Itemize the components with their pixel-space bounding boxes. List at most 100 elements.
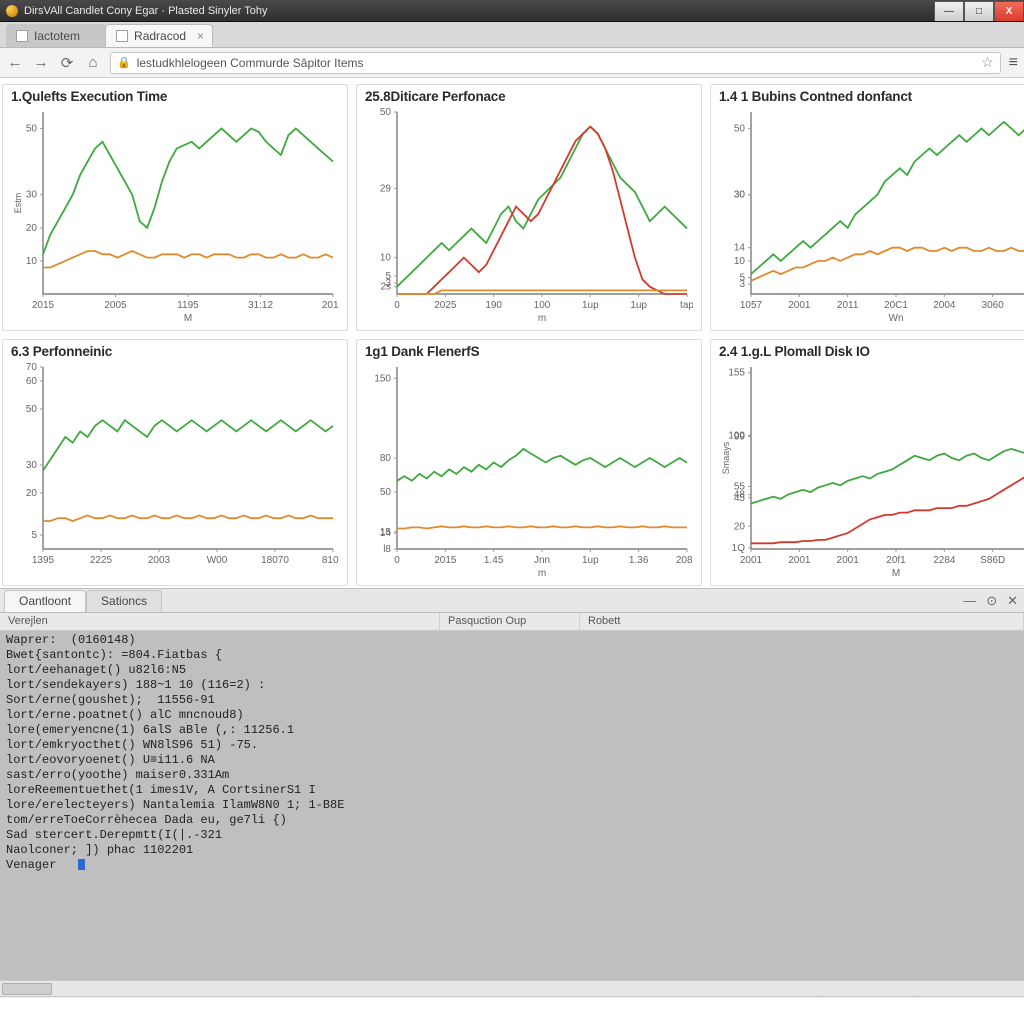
svg-text:14: 14 bbox=[734, 243, 746, 254]
svg-text:1Q: 1Q bbox=[732, 543, 746, 554]
svg-text:50: 50 bbox=[734, 124, 746, 135]
svg-text:2001: 2001 bbox=[788, 300, 811, 311]
svg-text:150: 150 bbox=[374, 373, 391, 384]
svg-text:15: 15 bbox=[380, 527, 392, 538]
favicon-icon bbox=[116, 30, 128, 42]
svg-text:2001: 2001 bbox=[788, 555, 811, 566]
svg-text:2025: 2025 bbox=[434, 300, 457, 311]
svg-text:30: 30 bbox=[26, 460, 38, 471]
svg-text:31:12: 31:12 bbox=[248, 300, 273, 311]
svg-text:W00: W00 bbox=[207, 555, 228, 566]
chart-title: 6.3 Perfonneinic bbox=[11, 344, 339, 359]
chart-body: l814155080150020151.45Jnn1up1.362088m bbox=[365, 361, 693, 579]
chart-title: 1.Qulefts Execution Time bbox=[11, 89, 339, 104]
console-tab-strip: Oantloont Sationcs bbox=[0, 589, 1024, 613]
svg-text:M: M bbox=[184, 313, 192, 324]
window-buttons: — □ X bbox=[934, 1, 1024, 21]
column-header[interactable]: Verejlen bbox=[0, 613, 440, 630]
svg-text:2015: 2015 bbox=[434, 555, 457, 566]
svg-text:l8: l8 bbox=[383, 544, 391, 555]
svg-text:1up: 1up bbox=[582, 300, 599, 311]
window-minimize-button[interactable]: — bbox=[934, 1, 964, 21]
nav-home-icon[interactable]: ⌂ bbox=[84, 54, 102, 71]
svg-text:5: 5 bbox=[739, 272, 745, 283]
menu-icon[interactable]: ≡ bbox=[1009, 54, 1018, 72]
status-cell-left: Eoptem CDU bbox=[822, 997, 908, 998]
svg-text:5: 5 bbox=[385, 271, 391, 282]
svg-text:10: 10 bbox=[380, 253, 392, 264]
chart-body: 201Q4548559910015520012001200120f12284S8… bbox=[719, 361, 1024, 579]
chart-body: 35143050103010572001201120C1200430603071… bbox=[719, 106, 1024, 324]
svg-text:1395: 1395 bbox=[32, 555, 55, 566]
browser-toolbar: ← → ⟳ ⌂ 🔒 lestudkhlelogeen Commurde Sâpi… bbox=[0, 48, 1024, 78]
console-tab-active[interactable]: Oantloont bbox=[4, 590, 86, 612]
column-header[interactable]: Pasquction Oup bbox=[440, 613, 580, 630]
svg-text:2284: 2284 bbox=[933, 555, 956, 566]
star-icon[interactable]: ☆ bbox=[981, 54, 994, 71]
svg-text:30: 30 bbox=[26, 190, 38, 201]
chart-body: 52030705060139522252003W00180708101 bbox=[11, 361, 339, 579]
svg-text:10: 10 bbox=[26, 256, 38, 267]
svg-text:100: 100 bbox=[728, 430, 745, 441]
chart-panel: 1.Qulefts Execution Time1020305020152005… bbox=[2, 84, 348, 331]
console-tab-inactive[interactable]: Sationcs bbox=[86, 590, 162, 612]
svg-text:29: 29 bbox=[380, 183, 392, 194]
nav-forward-icon[interactable]: → bbox=[32, 54, 50, 71]
nav-reload-icon[interactable]: ⟳ bbox=[58, 54, 76, 72]
column-header[interactable]: Robett bbox=[580, 613, 1024, 630]
chart-title: 1.4 1 Bubins Contned donfanct bbox=[719, 89, 1024, 104]
svg-text:20: 20 bbox=[26, 488, 38, 499]
console-controls: — ⊙ ✕ bbox=[963, 593, 1018, 609]
window-maximize-button[interactable]: □ bbox=[964, 1, 994, 21]
svg-text:20: 20 bbox=[734, 521, 746, 532]
svg-text:1.45: 1.45 bbox=[484, 555, 504, 566]
svg-text:190: 190 bbox=[485, 300, 502, 311]
browser-tab-active[interactable]: Radracod × bbox=[105, 24, 213, 47]
svg-text:30: 30 bbox=[734, 190, 746, 201]
svg-text:m: m bbox=[538, 313, 546, 324]
svg-text:20: 20 bbox=[26, 223, 38, 234]
content-area: 1.Qulefts Execution Time1020305020152005… bbox=[0, 78, 1024, 998]
svg-text:2005: 2005 bbox=[104, 300, 127, 311]
nav-back-icon[interactable]: ← bbox=[6, 54, 24, 71]
status-bar: Eoptem CDU ABH AwAy ca bbox=[0, 996, 1024, 998]
svg-text:0: 0 bbox=[394, 555, 400, 566]
console-settings-icon[interactable]: ⊙ bbox=[986, 593, 997, 609]
svg-text:3060: 3060 bbox=[982, 300, 1005, 311]
svg-text:8101: 8101 bbox=[322, 555, 339, 566]
tab-close-icon[interactable]: × bbox=[197, 29, 204, 43]
chart-grid: 1.Qulefts Execution Time1020305020152005… bbox=[0, 78, 1024, 588]
chart-panel: 1.4 1 Bubins Contned donfanct35143050103… bbox=[710, 84, 1024, 331]
svg-text:60: 60 bbox=[26, 376, 38, 387]
svg-text:1195: 1195 bbox=[177, 300, 199, 311]
svg-text:2003: 2003 bbox=[148, 555, 171, 566]
horizontal-scrollbar[interactable] bbox=[0, 980, 1024, 996]
app-logo-icon bbox=[6, 5, 18, 17]
favicon-icon bbox=[16, 30, 28, 42]
svg-text:20f1: 20f1 bbox=[886, 555, 906, 566]
svg-text:1up: 1up bbox=[582, 555, 599, 566]
scrollbar-thumb[interactable] bbox=[2, 983, 52, 995]
svg-text:2001: 2001 bbox=[740, 555, 763, 566]
svg-text:M: M bbox=[892, 568, 900, 579]
browser-tab-inactive[interactable]: Iactotem bbox=[6, 24, 106, 47]
address-bar[interactable]: 🔒 lestudkhlelogeen Commurde Sâpitor Item… bbox=[110, 52, 1001, 74]
svg-text:80: 80 bbox=[380, 453, 392, 464]
svg-text:155: 155 bbox=[728, 368, 745, 379]
window-close-button[interactable]: X bbox=[994, 1, 1024, 21]
svg-text:1057: 1057 bbox=[740, 300, 763, 311]
console-close-icon[interactable]: ✕ bbox=[1007, 593, 1018, 609]
svg-text:70: 70 bbox=[26, 362, 38, 373]
tab-label: Iactotem bbox=[34, 29, 80, 43]
svg-text:m: m bbox=[538, 568, 546, 579]
console-panel: Oantloont Sationcs — ⊙ ✕ Verejlen Pasquc… bbox=[0, 588, 1024, 998]
cursor-icon bbox=[78, 859, 85, 870]
svg-text:1up: 1up bbox=[630, 300, 647, 311]
console-log[interactable]: Waprer: (0160148) Bwet{santontc): =804.F… bbox=[0, 631, 1024, 875]
chart-title: 25.8Diticare Perfonace bbox=[365, 89, 693, 104]
svg-text:2004: 2004 bbox=[933, 300, 956, 311]
svg-text:Smaays: Smaays bbox=[721, 441, 731, 474]
svg-text:S86D: S86D bbox=[980, 555, 1005, 566]
console-minimize-icon[interactable]: — bbox=[963, 593, 976, 609]
console-column-headers: Verejlen Pasquction Oup Robett bbox=[0, 613, 1024, 631]
